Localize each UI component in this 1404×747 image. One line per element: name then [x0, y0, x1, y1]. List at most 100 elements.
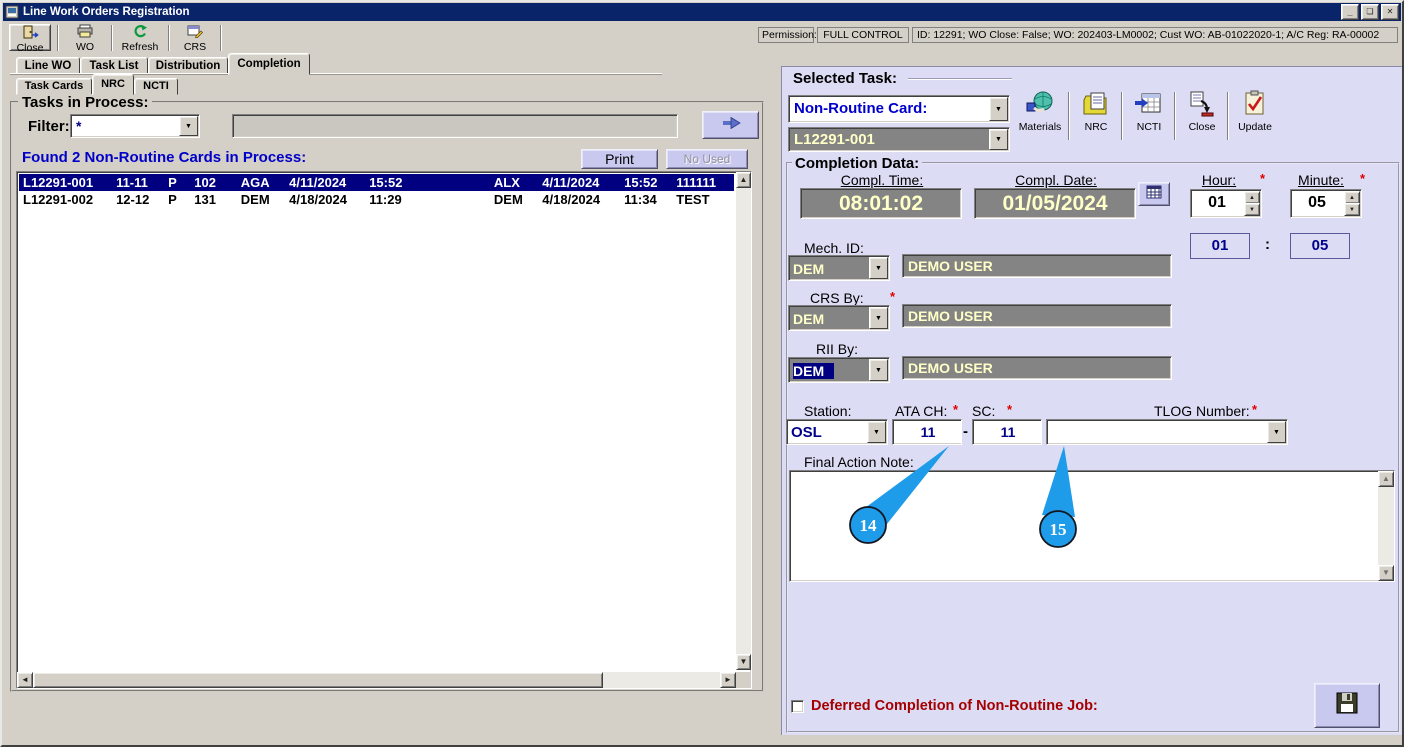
ata-sc-separator: -: [963, 423, 968, 440]
close-task-icon: [1187, 90, 1217, 121]
tlog-number-label: TLOG Number:: [1154, 403, 1250, 419]
sc-label: SC:: [972, 403, 996, 419]
scrollbar-thumb[interactable]: [33, 672, 603, 688]
toolbar-refresh-button[interactable]: Refresh: [116, 24, 164, 53]
calendar-button[interactable]: [1138, 182, 1170, 206]
task-type-combobox[interactable]: Non-Routine Card: ▼: [788, 95, 1010, 123]
arrow-right-icon: [720, 116, 742, 134]
scroll-left-icon[interactable]: ◄: [17, 672, 33, 688]
filter-combobox[interactable]: * ▼: [70, 114, 200, 138]
compl-date-field: 01/05/2024: [974, 188, 1136, 219]
hour-spinner[interactable]: 01 ▲ ▼: [1190, 189, 1262, 218]
sc-input[interactable]: [974, 421, 1042, 443]
tab-task-cards[interactable]: Task Cards: [16, 78, 92, 95]
final-action-note-input[interactable]: ▲ ▼: [789, 470, 1395, 582]
spinner-down-icon[interactable]: ▼: [1344, 203, 1360, 216]
ata-ch-label: ATA CH:: [895, 403, 948, 419]
app-icon: [5, 5, 19, 19]
toolbar-separator: [220, 25, 222, 51]
save-floppy-icon: [1336, 692, 1358, 719]
chevron-down-icon[interactable]: ▼: [867, 421, 886, 443]
materials-globe-icon: [1025, 90, 1055, 121]
ata-ch-input[interactable]: [894, 421, 962, 443]
task-card-value: L12291-001: [794, 131, 875, 148]
no-used-button: No Used: [666, 149, 748, 169]
minute-value: 05: [1308, 194, 1326, 211]
crs-required-marker: *: [890, 289, 896, 304]
scroll-up-icon[interactable]: ▲: [736, 172, 751, 188]
tlog-required-marker: *: [1252, 402, 1258, 417]
chevron-down-icon[interactable]: ▼: [989, 97, 1008, 121]
apply-filter-button[interactable]: [702, 111, 759, 139]
chevron-down-icon[interactable]: ▼: [1267, 421, 1286, 443]
mech-id-combobox[interactable]: DEM ▼: [788, 255, 890, 281]
restore-button[interactable]: ❏: [1361, 4, 1379, 20]
filter-value: *: [76, 118, 82, 134]
hour-value: 01: [1208, 194, 1226, 211]
toolbar-separator: [57, 25, 59, 51]
compl-date-label: Compl. Date:: [1015, 172, 1097, 188]
rii-by-combobox[interactable]: DEM ▼: [788, 357, 890, 383]
tab-completion[interactable]: Completion: [228, 53, 310, 75]
toolbar-separator: [111, 25, 113, 51]
filter-text-field[interactable]: [232, 114, 678, 138]
printer-icon: [76, 24, 94, 41]
door-exit-icon: [21, 25, 39, 42]
deferred-label: Deferred Completion of Non-Routine Job:: [811, 698, 1098, 714]
refresh-icon: [131, 24, 149, 41]
list-horizontal-scrollbar[interactable]: ◄ ►: [17, 672, 736, 688]
minute-display: 05: [1290, 233, 1350, 259]
permission-details: ID: 12291; WO Close: False; WO: 202403-L…: [912, 27, 1398, 43]
tab-nrc[interactable]: NRC: [92, 74, 134, 95]
compl-time-field: 08:01:02: [800, 188, 962, 219]
compl-time-label: Compl. Time:: [840, 172, 924, 188]
update-check-icon: [1240, 90, 1270, 121]
minute-required-marker: *: [1360, 171, 1366, 186]
filter-label: Filter:: [28, 118, 70, 135]
hour-required-marker: *: [1260, 171, 1266, 186]
minute-spinner[interactable]: 05 ▲ ▼: [1290, 189, 1362, 218]
nrc-button[interactable]: NRC: [1072, 90, 1120, 142]
scroll-right-icon[interactable]: ►: [720, 672, 736, 688]
tab-ncti[interactable]: NCTI: [134, 78, 178, 95]
time-separator: :: [1265, 236, 1270, 253]
list-vertical-scrollbar[interactable]: ▲ ▼: [736, 172, 751, 670]
note-vertical-scrollbar[interactable]: ▲ ▼: [1378, 471, 1394, 581]
chevron-down-icon[interactable]: ▼: [869, 307, 888, 329]
app-window: Line Work Orders Registration _ ❏ ✕ Clos…: [0, 0, 1404, 747]
table-row[interactable]: L12291-001 11-11 P 102 AGA 4/11/2024 15:…: [19, 174, 734, 191]
crs-by-label: CRS By:: [810, 290, 864, 306]
station-combobox[interactable]: OSL ▼: [786, 419, 888, 445]
print-button[interactable]: Print: [581, 149, 658, 169]
chevron-down-icon[interactable]: ▼: [869, 359, 888, 381]
spinner-down-icon[interactable]: ▼: [1244, 203, 1260, 216]
chevron-down-icon[interactable]: ▼: [869, 257, 888, 279]
scroll-down-icon[interactable]: ▼: [736, 654, 751, 670]
crs-by-combobox[interactable]: DEM ▼: [788, 305, 890, 331]
minimize-button[interactable]: _: [1341, 4, 1359, 20]
scroll-up-icon[interactable]: ▲: [1378, 471, 1394, 487]
toolbar-close-button[interactable]: Close: [9, 24, 51, 54]
save-button[interactable]: [1314, 683, 1380, 728]
close-task-button[interactable]: Close: [1178, 90, 1226, 142]
mech-name-field: DEMO USER: [902, 254, 1172, 278]
scroll-down-icon[interactable]: ▼: [1378, 565, 1394, 581]
final-action-note-label: Final Action Note:: [804, 454, 914, 470]
ncti-button[interactable]: NCTI: [1125, 90, 1173, 142]
update-button[interactable]: Update: [1231, 90, 1279, 142]
sc-input-wrap: [972, 419, 1042, 445]
toolbar-separator: [1121, 92, 1123, 140]
table-row[interactable]: L12291-002 12-12 P 131 DEM 4/18/2024 11:…: [19, 191, 734, 208]
close-window-button[interactable]: ✕: [1381, 4, 1399, 20]
rii-by-label: RII By:: [816, 341, 859, 357]
task-card-combobox[interactable]: L12291-001 ▼: [788, 127, 1010, 152]
materials-button[interactable]: Materials: [1014, 90, 1066, 142]
deferred-checkbox[interactable]: [791, 700, 804, 713]
tlog-number-combobox[interactable]: ▼: [1046, 419, 1288, 445]
chevron-down-icon[interactable]: ▼: [179, 116, 198, 136]
hour-display: 01: [1190, 233, 1250, 259]
toolbar-separator: [1068, 92, 1070, 140]
toolbar-wo-button[interactable]: WO: [64, 24, 106, 53]
chevron-down-icon[interactable]: ▼: [989, 129, 1008, 150]
toolbar-crs-button[interactable]: CRS: [174, 24, 216, 53]
